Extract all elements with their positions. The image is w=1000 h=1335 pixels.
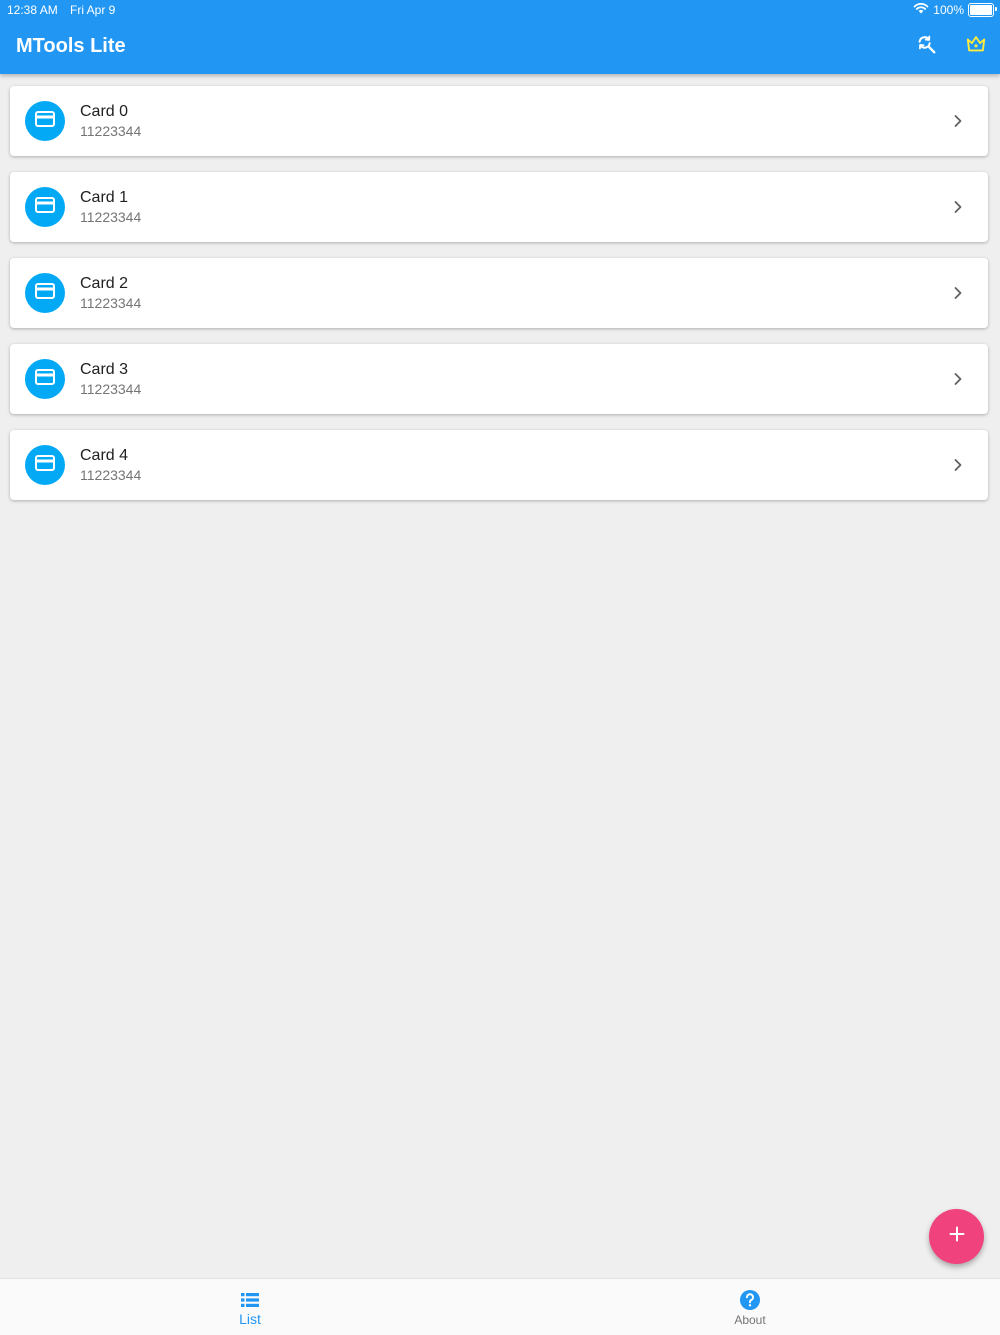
credit-card-icon [34,368,56,391]
card-avatar [25,187,65,227]
card-avatar [25,101,65,141]
nav-tab-about[interactable]: About [500,1279,1000,1335]
card-title: Card 0 [80,103,129,120]
card-avatar [25,359,65,399]
status-indicators: 100% [913,2,997,17]
card-title: Card 1 [80,189,129,206]
card-avatar [25,445,65,485]
chevron-right-icon [948,197,968,217]
status-date: Fri Apr 9 [70,3,116,17]
bottom-navigation: List About [0,1278,1000,1335]
crown-icon [965,33,987,60]
status-time: 12:38 AM [7,3,58,17]
status-bar: 12:38 AM Fri Apr 9 100% [0,0,1000,20]
nav-tab-list[interactable]: List [0,1279,500,1335]
card-list-item-4[interactable]: Card 4 11223344 [10,430,988,500]
card-avatar [25,273,65,313]
add-card-button[interactable] [929,1209,984,1264]
card-list: Card 0 11223344 Card 1 11223344 Card 2 1… [10,86,988,516]
card-title: Card 4 [80,447,129,464]
chevron-right-icon [948,283,968,303]
app-title: MTools Lite [16,35,126,57]
app-bar-actions [914,34,988,58]
card-number: 11223344 [80,123,142,139]
card-list-item-1[interactable]: Card 1 11223344 [10,172,988,242]
card-number: 11223344 [80,295,142,311]
chevron-right-icon [948,111,968,131]
list-icon [239,1289,261,1311]
card-title: Card 2 [80,275,129,292]
chevron-right-icon [948,369,968,389]
nav-label-about: About [734,1313,766,1327]
wifi-icon [913,2,929,17]
card-number: 11223344 [80,467,142,483]
search-refresh-icon [915,33,937,60]
card-list-item-3[interactable]: Card 3 11223344 [10,344,988,414]
card-number: 11223344 [80,381,142,397]
chevron-right-icon [948,455,968,475]
credit-card-icon [34,454,56,477]
credit-card-icon [34,110,56,133]
credit-card-icon [34,282,56,305]
premium-button[interactable] [964,34,988,58]
nav-label-list: List [239,1311,261,1327]
credit-card-icon [34,196,56,219]
app-bar: 12:38 AM Fri Apr 9 100% MTools Lite [0,0,1000,74]
plus-icon [947,1224,967,1249]
card-title: Card 3 [80,361,129,378]
battery-icon [968,2,997,17]
search-refresh-button[interactable] [914,34,938,58]
help-icon [739,1289,761,1311]
card-list-item-0[interactable]: Card 0 11223344 [10,86,988,156]
card-number: 11223344 [80,209,142,225]
card-list-item-2[interactable]: Card 2 11223344 [10,258,988,328]
battery-percentage: 100% [933,2,964,17]
